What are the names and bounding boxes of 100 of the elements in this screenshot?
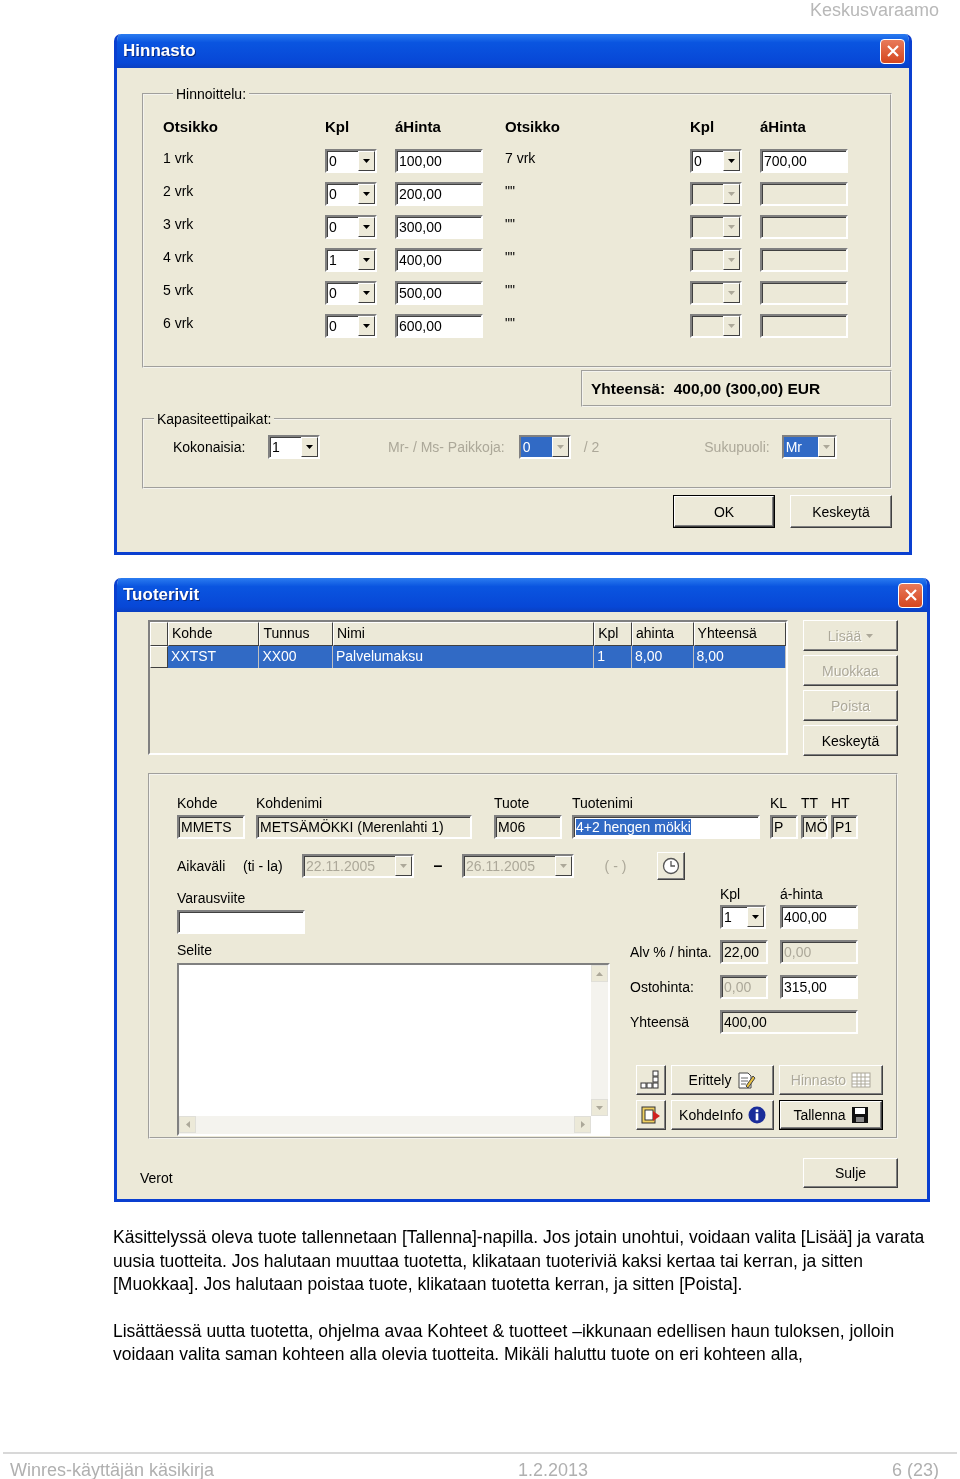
- close-button[interactable]: [880, 38, 905, 64]
- field-label: Selite: [177, 942, 214, 958]
- horizontal-scrollbar[interactable]: [179, 1116, 591, 1134]
- field-label: Kohdenimi: [256, 795, 324, 811]
- text-field[interactable]: 400,00: [720, 1009, 858, 1034]
- vertical-scrollbar[interactable]: [591, 965, 608, 1116]
- table-cell: 8,00: [693, 646, 786, 668]
- text-field[interactable]: 200,00: [395, 182, 483, 206]
- column-header: áHinta: [760, 117, 807, 137]
- close-button[interactable]: [898, 582, 923, 608]
- clipboard-icon: [640, 1104, 662, 1126]
- field-label: Kohde: [177, 795, 219, 811]
- caret-icon: [728, 159, 735, 163]
- column-header[interactable]: Yhteensä: [693, 622, 786, 646]
- dropdown[interactable]: 1: [720, 905, 766, 929]
- table-cell: XX00: [259, 646, 333, 668]
- field-label: –: [432, 857, 444, 875]
- dialog-button[interactable]: OK: [673, 495, 775, 528]
- close-dialog-button[interactable]: Sulje: [803, 1158, 898, 1188]
- caret-icon: [728, 291, 735, 295]
- dropdown[interactable]: 0: [325, 314, 377, 338]
- dropdown[interactable]: 0: [325, 182, 377, 206]
- text-field[interactable]: 4+2 hengen mökki: [572, 815, 760, 839]
- text-field[interactable]: 600,00: [395, 314, 483, 338]
- table-cell: 8,00: [631, 646, 694, 668]
- column-header[interactable]: ahinta: [631, 622, 694, 646]
- text-field[interactable]: METSÄMÖKKI (Merenlahti 1): [256, 815, 472, 839]
- side-button[interactable]: Keskeytä: [803, 725, 898, 756]
- column-header[interactable]: Tunnus: [259, 622, 333, 646]
- column-header: Otsikko: [505, 117, 562, 137]
- action-button[interactable]: KohdeInfo: [671, 1100, 774, 1130]
- text-field[interactable]: MÖ: [801, 815, 828, 839]
- info-icon: [747, 1106, 766, 1124]
- field-label: TT: [801, 795, 820, 811]
- text-field[interactable]: MMETS: [177, 815, 245, 839]
- dialog-button[interactable]: Keskeytä: [790, 495, 892, 528]
- caret-icon: [752, 915, 759, 919]
- field-label: ( - ): [603, 858, 628, 874]
- dropdown[interactable]: 0: [325, 149, 377, 173]
- field-label: á-hinta: [780, 886, 824, 902]
- text-field[interactable]: M06: [494, 815, 562, 839]
- arrow-right-icon: [580, 1121, 585, 1128]
- icon-button[interactable]: [636, 1065, 666, 1095]
- document-pen-icon: [736, 1070, 757, 1090]
- column-header[interactable]: Kpl: [594, 622, 632, 646]
- text-field[interactable]: 700,00: [760, 149, 848, 173]
- column-header[interactable]: Kohde: [168, 622, 260, 646]
- row-label: 4 vrk: [163, 248, 195, 266]
- text-field[interactable]: 22,00: [720, 939, 768, 964]
- table-cell: 1: [594, 646, 632, 668]
- total-summary: Yhteensä: 400,00 (300,00) EUR: [581, 370, 892, 407]
- action-button[interactable]: Erittely: [671, 1065, 774, 1095]
- field-label: HT: [831, 795, 851, 811]
- caret-icon: [363, 159, 370, 163]
- clock-button[interactable]: [657, 852, 685, 880]
- action-button[interactable]: Tallenna: [779, 1100, 883, 1130]
- row-label: "": [505, 314, 516, 332]
- row-label: 5 vrk: [163, 281, 195, 299]
- icon-button[interactable]: [636, 1100, 666, 1130]
- field-label: Kokonaisia:: [173, 439, 247, 455]
- caret-icon: [400, 864, 407, 868]
- memo-field[interactable]: [177, 963, 610, 1136]
- arrow-up-icon: [596, 971, 603, 976]
- text-field[interactable]: P: [770, 815, 798, 839]
- dropdown[interactable]: 0: [325, 215, 377, 239]
- text-field[interactable]: 400,00: [395, 248, 483, 272]
- dropdown[interactable]: 0: [325, 281, 377, 305]
- field-label: Yhteensä: [630, 1013, 691, 1030]
- column-header[interactable]: Nimi: [332, 622, 595, 646]
- text-field[interactable]: P1: [831, 815, 858, 839]
- text-field[interactable]: 100,00: [395, 149, 483, 173]
- dropdown[interactable]: 0: [690, 149, 742, 173]
- window-title: Hinnasto: [123, 41, 196, 61]
- column-header: Otsikko: [163, 117, 220, 137]
- text-field[interactable]: 400,00: [780, 905, 858, 929]
- caret-icon: [596, 1105, 603, 1110]
- table-row[interactable]: XXTST XX00 Palvelumaksu 1 8,00 8,00: [150, 646, 786, 668]
- row-label: 7 vrk: [505, 149, 537, 167]
- footer-date: 1.2.2013: [517, 1459, 589, 1479]
- footer-label: Verot: [140, 1170, 173, 1186]
- dropdown[interactable]: 1: [325, 248, 377, 272]
- field-label: (ti - la): [243, 858, 284, 874]
- caret-icon: [822, 445, 830, 449]
- row-label: "": [505, 182, 516, 200]
- text-field[interactable]: [177, 910, 305, 934]
- row-label: 3 vrk: [163, 215, 195, 233]
- text-field[interactable]: 500,00: [395, 281, 483, 305]
- footer-title: Winres-käyttäjän käsikirja: [10, 1459, 215, 1479]
- field-label: Ostohinta:: [630, 978, 695, 995]
- text-field[interactable]: 315,00: [780, 974, 858, 999]
- field-label: Mr- / Ms- Paikkoja:: [388, 439, 505, 455]
- table-cell: XXTST: [168, 646, 260, 668]
- row-label: "": [505, 248, 516, 266]
- paragraph: Käsittelyssä oleva tuote tallennetaan [Tallenna]-napilla. Jos jotain unohtui, voidaan valita [Lisää] ja varata uusia tuotteita. Jos halutaan muuttaa tuotetta, klikataan tuoteriviä kaksi kertaa tai kerran, ja sitten [Muokkaa]. Jos halutaan poistaa tuote, klikataan tuotetta kerran, ja sitten [Poista].: [113, 1226, 926, 1296]
- close-icon: [904, 589, 917, 601]
- window-title: Tuoterivit: [123, 585, 200, 605]
- field-label: Kpl: [720, 886, 742, 902]
- header-title: Keskusvaraamo: [809, 0, 939, 22]
- column-header: Kpl: [325, 117, 351, 137]
- text-field[interactable]: 300,00: [395, 215, 483, 239]
